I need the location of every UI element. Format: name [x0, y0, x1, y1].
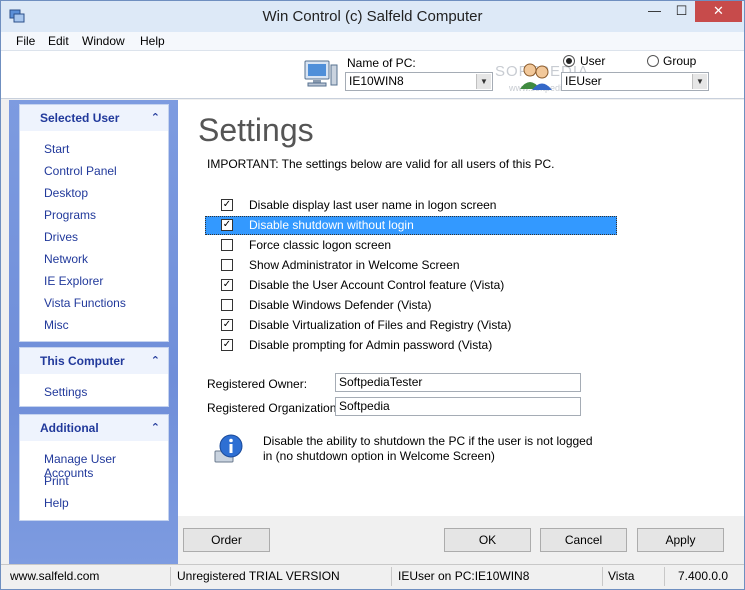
owner-label: Registered Owner:: [207, 377, 308, 391]
panel-selected-user: Selected User ⌃ Start Control Panel Desk…: [19, 104, 169, 342]
user-select[interactable]: IEUser ▼: [561, 72, 709, 91]
minimize-button[interactable]: —: [641, 1, 668, 22]
checkbox-option-4[interactable]: [221, 259, 233, 271]
option-label[interactable]: Force classic logon screen: [249, 238, 391, 252]
sidebar-item-control-panel[interactable]: Control Panel: [44, 164, 117, 178]
status-separator: [602, 567, 603, 586]
panel-this-computer: This Computer ⌃ Settings: [19, 347, 169, 407]
chevron-down-icon[interactable]: ▼: [476, 74, 491, 89]
chevron-up-icon[interactable]: ⌃: [151, 421, 160, 434]
sidebar-item-misc[interactable]: Misc: [44, 318, 69, 332]
status-separator: [170, 567, 171, 586]
option-label[interactable]: Disable prompting for Admin password (Vi…: [249, 338, 492, 352]
status-session: IEUser on PC:IE10WIN8: [398, 569, 530, 583]
checkbox-option-5[interactable]: ✓: [221, 279, 233, 291]
app-window: Win Control (c) Salfeld Computer — ☐ ✕ F…: [0, 0, 745, 590]
users-icon: [520, 63, 552, 90]
status-os: Vista: [608, 569, 635, 583]
checkbox-option-3[interactable]: [221, 239, 233, 251]
menu-bar: File Edit Window Help: [1, 32, 744, 51]
checkbox-option-1[interactable]: ✓: [221, 199, 233, 211]
menu-file[interactable]: File: [16, 34, 35, 48]
status-site: www.salfeld.com: [10, 569, 100, 583]
sidebar-item-programs[interactable]: Programs: [44, 208, 96, 222]
chevron-up-icon[interactable]: ⌃: [151, 111, 160, 124]
cancel-button[interactable]: Cancel: [540, 528, 627, 552]
status-license: Unregistered TRIAL VERSION: [177, 569, 340, 583]
option-label[interactable]: Show Administrator in Welcome Screen: [249, 258, 460, 272]
menu-help[interactable]: Help: [140, 34, 165, 48]
pc-name-label: Name of PC:: [347, 56, 416, 70]
option-label[interactable]: Disable shutdown without login: [249, 218, 414, 232]
panel-header[interactable]: Selected User ⌃: [20, 105, 168, 131]
panel-title: Additional: [40, 421, 99, 435]
order-button[interactable]: Order: [183, 528, 270, 552]
group-radio-label[interactable]: Group: [663, 54, 696, 68]
option-label[interactable]: Disable Virtualization of Files and Regi…: [249, 318, 511, 332]
menu-window[interactable]: Window: [82, 34, 125, 48]
sidebar-item-vista-functions[interactable]: Vista Functions: [44, 296, 126, 310]
sidebar-item-help[interactable]: Help: [44, 496, 69, 510]
option-label[interactable]: Disable Windows Defender (Vista): [249, 298, 432, 312]
computer-icon: [304, 60, 338, 87]
organization-label: Registered Organization:: [207, 401, 340, 415]
panel-header[interactable]: This Computer ⌃: [20, 348, 168, 374]
user-radio[interactable]: [563, 55, 575, 67]
close-button[interactable]: ✕: [695, 1, 742, 22]
title-bar[interactable]: Win Control (c) Salfeld Computer — ☐ ✕: [1, 1, 744, 32]
status-separator: [391, 567, 392, 586]
panel-additional: Additional ⌃ Manage User Accounts Print …: [19, 414, 169, 521]
option-description: Disable the ability to shutdown the PC i…: [263, 434, 593, 463]
owner-field[interactable]: SoftpediaTester: [335, 373, 581, 392]
user-value: IEUser: [565, 74, 602, 88]
panel-header[interactable]: Additional ⌃: [20, 415, 168, 441]
sidebar-item-print[interactable]: Print: [44, 474, 69, 488]
settings-panel: Settings IMPORTANT: The settings below a…: [178, 100, 744, 516]
sidebar-item-drives[interactable]: Drives: [44, 230, 78, 244]
status-bar: www.salfeld.com Unregistered TRIAL VERSI…: [1, 564, 744, 589]
chevron-down-icon[interactable]: ▼: [692, 74, 707, 89]
checkbox-option-8[interactable]: ✓: [221, 339, 233, 351]
user-radio-label[interactable]: User: [580, 54, 605, 68]
status-separator: [664, 567, 665, 586]
checkbox-option-6[interactable]: [221, 299, 233, 311]
checkbox-option-2[interactable]: ✓: [221, 219, 233, 231]
important-note: IMPORTANT: The settings below are valid …: [207, 157, 555, 171]
sidebar: Selected User ⌃ Start Control Panel Desk…: [9, 100, 178, 564]
status-version: 7.400.0.0: [678, 569, 729, 583]
apply-button[interactable]: Apply: [637, 528, 724, 552]
sidebar-item-network[interactable]: Network: [44, 252, 88, 266]
menu-edit[interactable]: Edit: [48, 34, 69, 48]
organization-field[interactable]: Softpedia: [335, 397, 581, 416]
group-radio[interactable]: [647, 55, 659, 67]
button-bar: Order OK Cancel Apply: [178, 516, 744, 564]
sidebar-item-ie-explorer[interactable]: IE Explorer: [44, 274, 103, 288]
panel-title: This Computer: [40, 354, 125, 368]
chevron-up-icon[interactable]: ⌃: [151, 354, 160, 367]
panel-title: Selected User: [40, 111, 120, 125]
option-label[interactable]: Disable display last user name in logon …: [249, 198, 496, 212]
pc-name-select[interactable]: IE10WIN8 ▼: [345, 72, 493, 91]
pc-name-value: IE10WIN8: [349, 74, 404, 88]
page-title: Settings: [198, 112, 314, 148]
sidebar-item-start[interactable]: Start: [44, 142, 69, 156]
checkbox-option-7[interactable]: ✓: [221, 319, 233, 331]
window-title: Win Control (c) Salfeld Computer: [262, 8, 483, 25]
maximize-button[interactable]: ☐: [668, 1, 695, 22]
info-icon: [214, 434, 243, 463]
ok-button[interactable]: OK: [444, 528, 531, 552]
sidebar-item-settings[interactable]: Settings: [44, 385, 87, 399]
sidebar-item-desktop[interactable]: Desktop: [44, 186, 88, 200]
option-label[interactable]: Disable the User Account Control feature…: [249, 278, 504, 292]
